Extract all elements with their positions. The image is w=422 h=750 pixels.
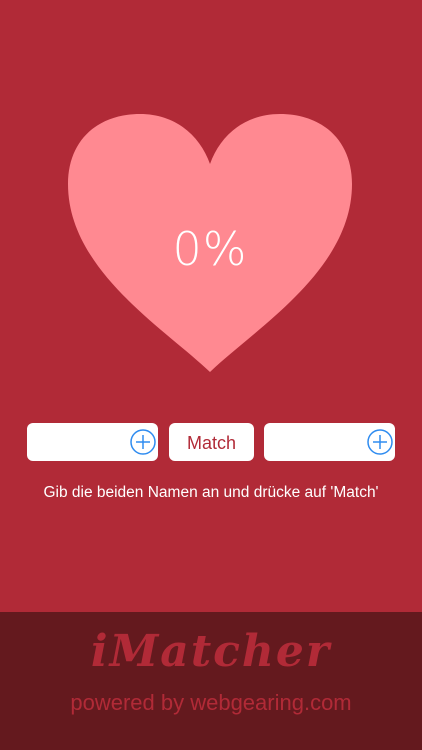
second-name-field[interactable]	[264, 423, 395, 461]
app-screen: 0% Match Gib die beiden Namen an und drü…	[0, 0, 422, 750]
add-second-name-button[interactable]	[367, 429, 393, 455]
first-name-input[interactable]	[27, 423, 123, 461]
first-name-field[interactable]	[27, 423, 158, 461]
second-name-input[interactable]	[264, 423, 360, 461]
match-button[interactable]: Match	[169, 423, 254, 461]
match-percentage: 0%	[172, 222, 248, 276]
powered-by-link[interactable]: powered by webgearing.com	[0, 692, 422, 714]
footer-banner: iMatcher powered by webgearing.com	[0, 612, 422, 750]
add-first-name-button[interactable]	[130, 429, 156, 455]
app-logo: iMatcher	[90, 626, 332, 677]
instruction-text: Gib die beiden Namen an und drücke auf '…	[43, 484, 379, 501]
plus-circle-icon	[130, 429, 156, 455]
match-heart: 0%	[68, 114, 352, 372]
plus-circle-icon	[367, 429, 393, 455]
